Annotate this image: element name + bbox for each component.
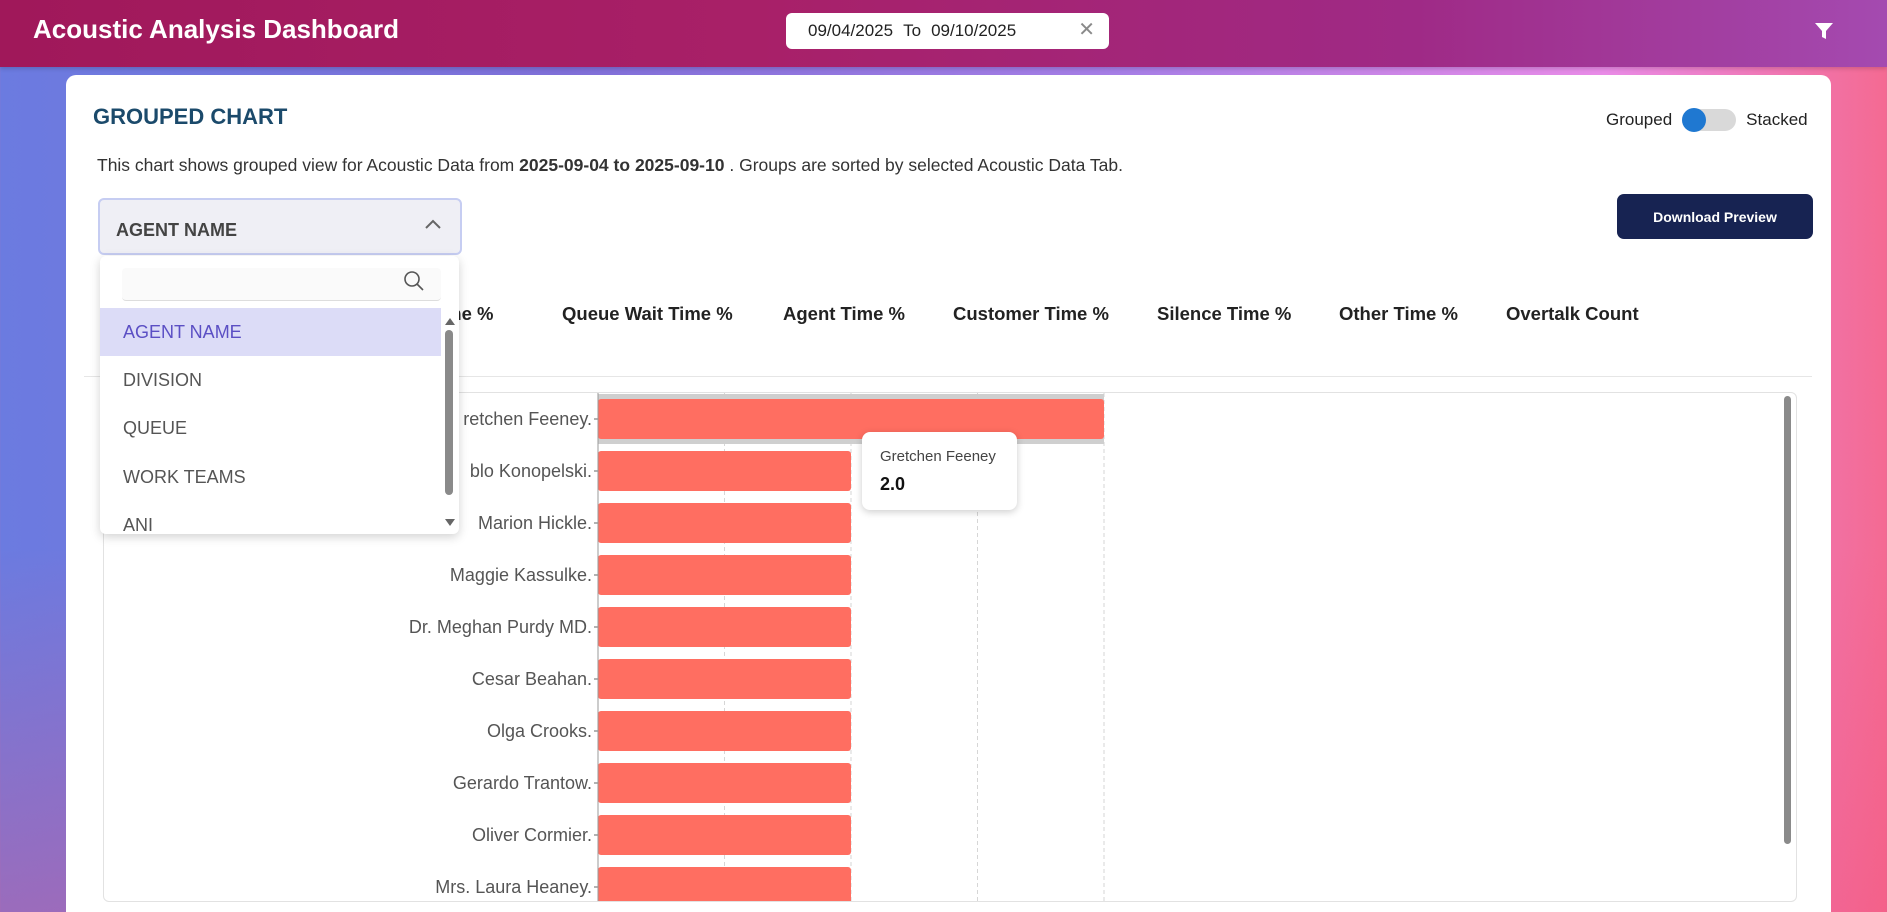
scroll-up-icon[interactable] bbox=[444, 316, 456, 326]
option-work-teams[interactable]: WORK TEAMS bbox=[100, 453, 441, 501]
description-suffix: . Groups are sorted by selected Acoustic… bbox=[729, 155, 1123, 175]
close-icon[interactable]: ✕ bbox=[1078, 20, 1095, 40]
date-range-picker[interactable]: 09/04/2025 To 09/10/2025 ✕ bbox=[786, 13, 1109, 49]
chart-scrollbar[interactable] bbox=[1784, 396, 1791, 844]
y-tick-label: Dr. Meghan Purdy MD. bbox=[409, 617, 592, 637]
bar[interactable] bbox=[598, 607, 851, 647]
date-to: 09/10/2025 bbox=[931, 21, 1017, 40]
bar[interactable] bbox=[598, 555, 851, 595]
option-agent-name[interactable]: AGENT NAME bbox=[100, 308, 441, 356]
tab-queue-wait-time[interactable]: Queue Wait Time % bbox=[562, 303, 733, 325]
tab-silence-time[interactable]: Silence Time % bbox=[1157, 303, 1291, 325]
tab-overtalk-count[interactable]: Overtalk Count bbox=[1506, 303, 1639, 325]
group-by-selected: AGENT NAME bbox=[116, 220, 237, 240]
chart-description: This chart shows grouped view for Acoust… bbox=[97, 155, 1123, 176]
group-by-dropdown[interactable]: AGENT NAME bbox=[98, 198, 462, 255]
bar[interactable] bbox=[598, 815, 851, 855]
date-from: 09/04/2025 bbox=[808, 21, 894, 40]
app-title: Acoustic Analysis Dashboard bbox=[33, 14, 400, 44]
tab-agent-time[interactable]: Agent Time % bbox=[783, 303, 905, 325]
description-start-date: 2025-09-04 bbox=[519, 155, 609, 175]
chevron-up-icon bbox=[425, 219, 441, 229]
toggle-grouped-label: Grouped bbox=[1606, 110, 1673, 129]
view-toggle: Grouped Stacked bbox=[1606, 108, 1808, 132]
group-by-menu: AGENT NAME DIVISION QUEUE WORK TEAMS ANI bbox=[100, 256, 459, 534]
option-ani[interactable]: ANI bbox=[100, 501, 441, 535]
y-tick-label: Marion Hickle. bbox=[478, 513, 592, 533]
y-tick-label: Oliver Cormier. bbox=[472, 825, 592, 845]
toggle-stacked-label: Stacked bbox=[1746, 110, 1808, 129]
y-tick-label: Maggie Kassulke. bbox=[450, 565, 592, 585]
y-tick-label: retchen Feeney. bbox=[463, 409, 592, 429]
bar[interactable] bbox=[598, 711, 851, 751]
bar[interactable] bbox=[598, 503, 851, 543]
option-queue[interactable]: QUEUE bbox=[100, 404, 441, 452]
search-icon bbox=[404, 271, 424, 291]
description-prefix: This chart shows grouped view for Acoust… bbox=[97, 155, 515, 175]
tab-customer-time[interactable]: Customer Time % bbox=[953, 303, 1109, 325]
y-tick-label: Cesar Beahan. bbox=[472, 669, 592, 689]
menu-scrollbar[interactable] bbox=[445, 330, 453, 495]
description-end-date: 2025-09-10 bbox=[634, 155, 725, 175]
switch-knob[interactable] bbox=[1682, 108, 1707, 132]
filter-icon[interactable] bbox=[1813, 20, 1835, 42]
group-by-search-input[interactable] bbox=[122, 268, 441, 301]
bar[interactable] bbox=[598, 867, 851, 901]
bar[interactable] bbox=[598, 763, 851, 803]
option-division[interactable]: DIVISION bbox=[100, 356, 441, 404]
bar[interactable] bbox=[598, 399, 1104, 439]
top-bar: Acoustic Analysis Dashboard 09/04/2025 T… bbox=[0, 0, 1887, 67]
download-preview-button[interactable]: Download Preview bbox=[1617, 194, 1813, 239]
bar[interactable] bbox=[598, 659, 851, 699]
chart-tooltip: Gretchen Feeney 2.0 bbox=[862, 432, 1017, 510]
y-tick-label: Olga Crooks. bbox=[487, 721, 592, 741]
date-to-label: To bbox=[903, 21, 922, 40]
description-to: to bbox=[613, 155, 631, 175]
tooltip-value: 2.0 bbox=[880, 474, 906, 494]
card-title: GROUPED CHART bbox=[93, 104, 288, 129]
tooltip-name: Gretchen Feeney bbox=[880, 448, 996, 465]
y-tick-label: Mrs. Laura Heaney. bbox=[435, 877, 592, 897]
y-tick-label: blo Konopelski. bbox=[470, 461, 592, 481]
bar[interactable] bbox=[598, 451, 851, 491]
y-tick-label: Gerardo Trantow. bbox=[453, 773, 592, 793]
scroll-down-icon[interactable] bbox=[444, 518, 456, 528]
grouped-stacked-switch[interactable] bbox=[1682, 108, 1737, 132]
tab-other-time[interactable]: Other Time % bbox=[1339, 303, 1458, 325]
